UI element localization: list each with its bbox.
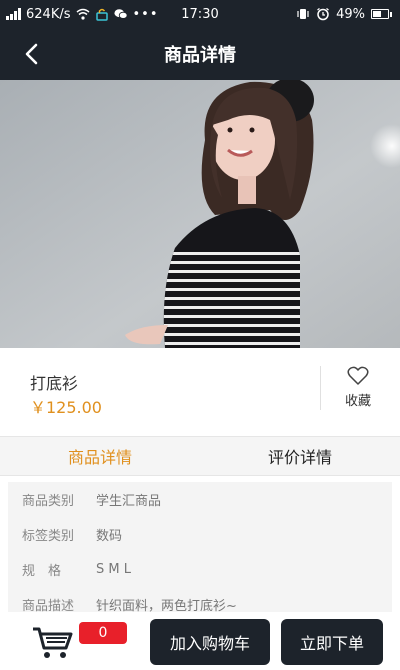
divider [320, 366, 321, 410]
vibrate-icon [296, 7, 310, 21]
detail-value: S M L [96, 562, 131, 577]
detail-label: 商品描述 [22, 599, 75, 612]
detail-row: 商品描述 针织面料，两色打底衫~ [8, 587, 392, 612]
detail-value: 针织面料，两色打底衫~ [96, 599, 237, 612]
product-info: 打底衫 ￥125.00 收藏 [0, 348, 400, 436]
more-icon: ••• [132, 6, 159, 22]
detail-label: 标签类别 [22, 529, 75, 544]
wechat-icon [113, 7, 128, 21]
wifi-icon [76, 7, 90, 21]
detail-row: 商品类别 学生汇商品 [8, 482, 392, 517]
cart-button[interactable] [32, 626, 74, 660]
detail-label: 规 格 [22, 564, 62, 579]
add-to-cart-button[interactable]: 加入购物车 [150, 619, 270, 665]
signal-icon [6, 8, 21, 20]
detail-label: 商品类别 [22, 494, 75, 509]
alarm-icon [316, 7, 330, 21]
status-bar: 624K/s ••• 17:30 49% [0, 0, 400, 28]
back-button[interactable] [18, 40, 46, 68]
bottom-action-bar: 0 加入购物车 立即下单 [0, 612, 400, 670]
detail-value: 数码 [96, 529, 123, 544]
shopping-cart-icon [33, 627, 73, 658]
page-title: 商品详情 [164, 45, 236, 66]
battery-icon [371, 9, 392, 19]
product-price: ￥125.00 [30, 398, 102, 417]
detail-value: 学生汇商品 [96, 494, 162, 509]
battery-percent: 49% [336, 6, 365, 22]
detail-tabs: 商品详情 评价详情 [0, 436, 400, 476]
detail-row: 标签类别 数码 [8, 517, 392, 552]
header: 商品详情 [0, 28, 400, 80]
lock-icon [95, 7, 109, 21]
cart-count-badge: 0 [79, 622, 127, 644]
detail-row: 规 格 S M L [8, 552, 392, 587]
product-image[interactable] [0, 80, 400, 348]
product-name: 打底衫 [30, 374, 79, 393]
tab-review-details[interactable]: 评价详情 [200, 437, 400, 475]
favorite-button[interactable]: 收藏 [330, 366, 386, 412]
favorite-label: 收藏 [344, 394, 371, 409]
chevron-left-icon [25, 43, 38, 65]
heart-outline-icon [347, 366, 369, 385]
tab-product-details[interactable]: 商品详情 [0, 437, 200, 475]
network-speed: 624K/s [26, 6, 71, 22]
product-details-table: 商品类别 学生汇商品 标签类别 数码 规 格 S M L 商品描述 针织面料，两… [0, 476, 400, 612]
buy-now-button[interactable]: 立即下单 [281, 619, 383, 665]
